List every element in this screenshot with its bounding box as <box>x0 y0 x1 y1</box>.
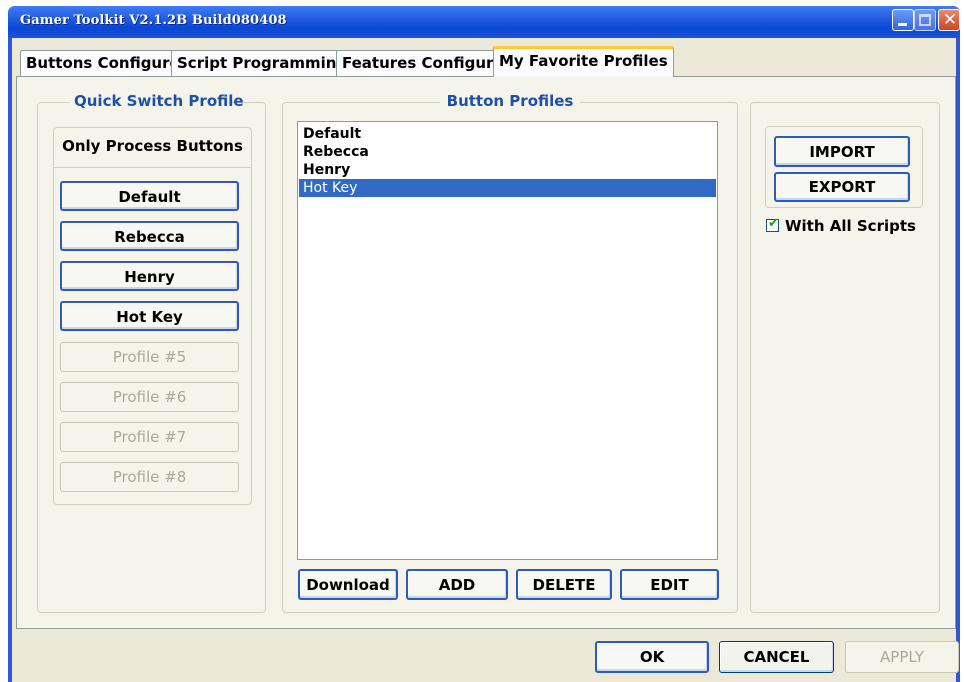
apply-button: APPLY <box>845 641 959 673</box>
tab-my-favorite-profiles[interactable]: My Favorite Profiles <box>493 46 674 77</box>
import-button[interactable]: IMPORT <box>774 136 910 167</box>
list-item-hot-key[interactable]: Hot Key <box>299 179 716 197</box>
edit-button[interactable]: EDIT <box>620 569 719 600</box>
tab-buttons-configure[interactable]: Buttons Configure <box>20 50 186 76</box>
list-item-default[interactable]: Default <box>299 125 716 143</box>
download-button[interactable]: Download <box>298 569 398 600</box>
button-profiles-title: Button Profiles <box>440 92 580 110</box>
quick-profile-button-henry[interactable]: Henry <box>60 261 239 291</box>
close-button[interactable]: ✕ <box>938 9 960 31</box>
cancel-button[interactable]: CANCEL <box>719 641 834 673</box>
export-button[interactable]: EXPORT <box>774 172 910 202</box>
minimize-icon <box>898 23 907 26</box>
quick-profile-button-rebecca[interactable]: Rebecca <box>60 221 239 251</box>
delete-button[interactable]: DELETE <box>516 569 612 600</box>
maximize-icon <box>919 14 931 26</box>
quick-switch-title: Quick Switch Profile <box>70 92 244 110</box>
tab-features-configure[interactable]: Features Configure <box>336 50 510 76</box>
checkmark-icon: ✔ <box>768 216 779 231</box>
only-process-buttons-label: Only Process Buttons <box>62 137 243 155</box>
add-button[interactable]: ADD <box>406 569 508 600</box>
profiles-listbox[interactable]: Default Rebecca Henry Hot Key <box>297 121 718 560</box>
quick-profile-button-5: Profile #5 <box>60 342 239 372</box>
close-icon: ✕ <box>942 10 958 30</box>
quick-profile-button-8: Profile #8 <box>60 462 239 492</box>
divider <box>53 167 252 168</box>
quick-profile-button-default[interactable]: Default <box>60 181 239 211</box>
maximize-button <box>914 9 936 31</box>
with-all-scripts-label[interactable]: With All Scripts <box>785 217 916 235</box>
list-item-rebecca[interactable]: Rebecca <box>299 143 716 161</box>
quick-profile-button-7: Profile #7 <box>60 422 239 452</box>
ok-button[interactable]: OK <box>595 641 709 673</box>
quick-profile-button-6: Profile #6 <box>60 382 239 412</box>
window-title: Gamer Toolkit V2.1.2B Build080408 <box>20 13 287 28</box>
tab-script-programming[interactable]: Script Programming <box>171 50 354 76</box>
list-item-henry[interactable]: Henry <box>299 161 716 179</box>
quick-profile-button-hot-key[interactable]: Hot Key <box>60 301 239 331</box>
with-all-scripts-checkbox[interactable]: ✔ <box>766 216 779 232</box>
minimize-button[interactable] <box>892 9 914 31</box>
